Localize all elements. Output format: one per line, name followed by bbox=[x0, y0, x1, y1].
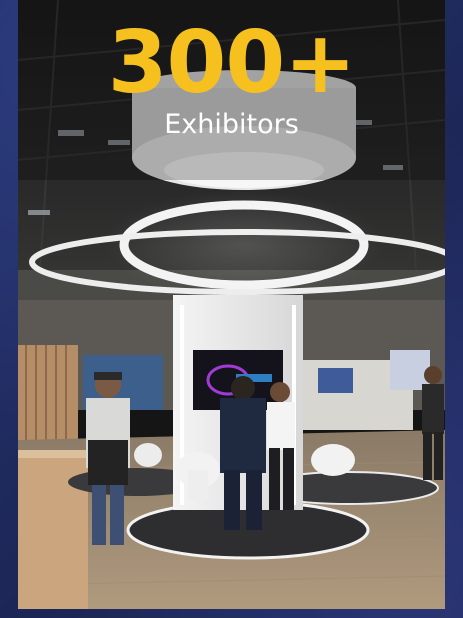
stat-label: Exhibitors bbox=[164, 109, 299, 140]
stat-number: 300+ bbox=[107, 13, 357, 113]
exhibition-photo: 300+ Exhibitors bbox=[18, 0, 445, 609]
exhibitor-stat: 300+ Exhibitors bbox=[18, 20, 445, 142]
